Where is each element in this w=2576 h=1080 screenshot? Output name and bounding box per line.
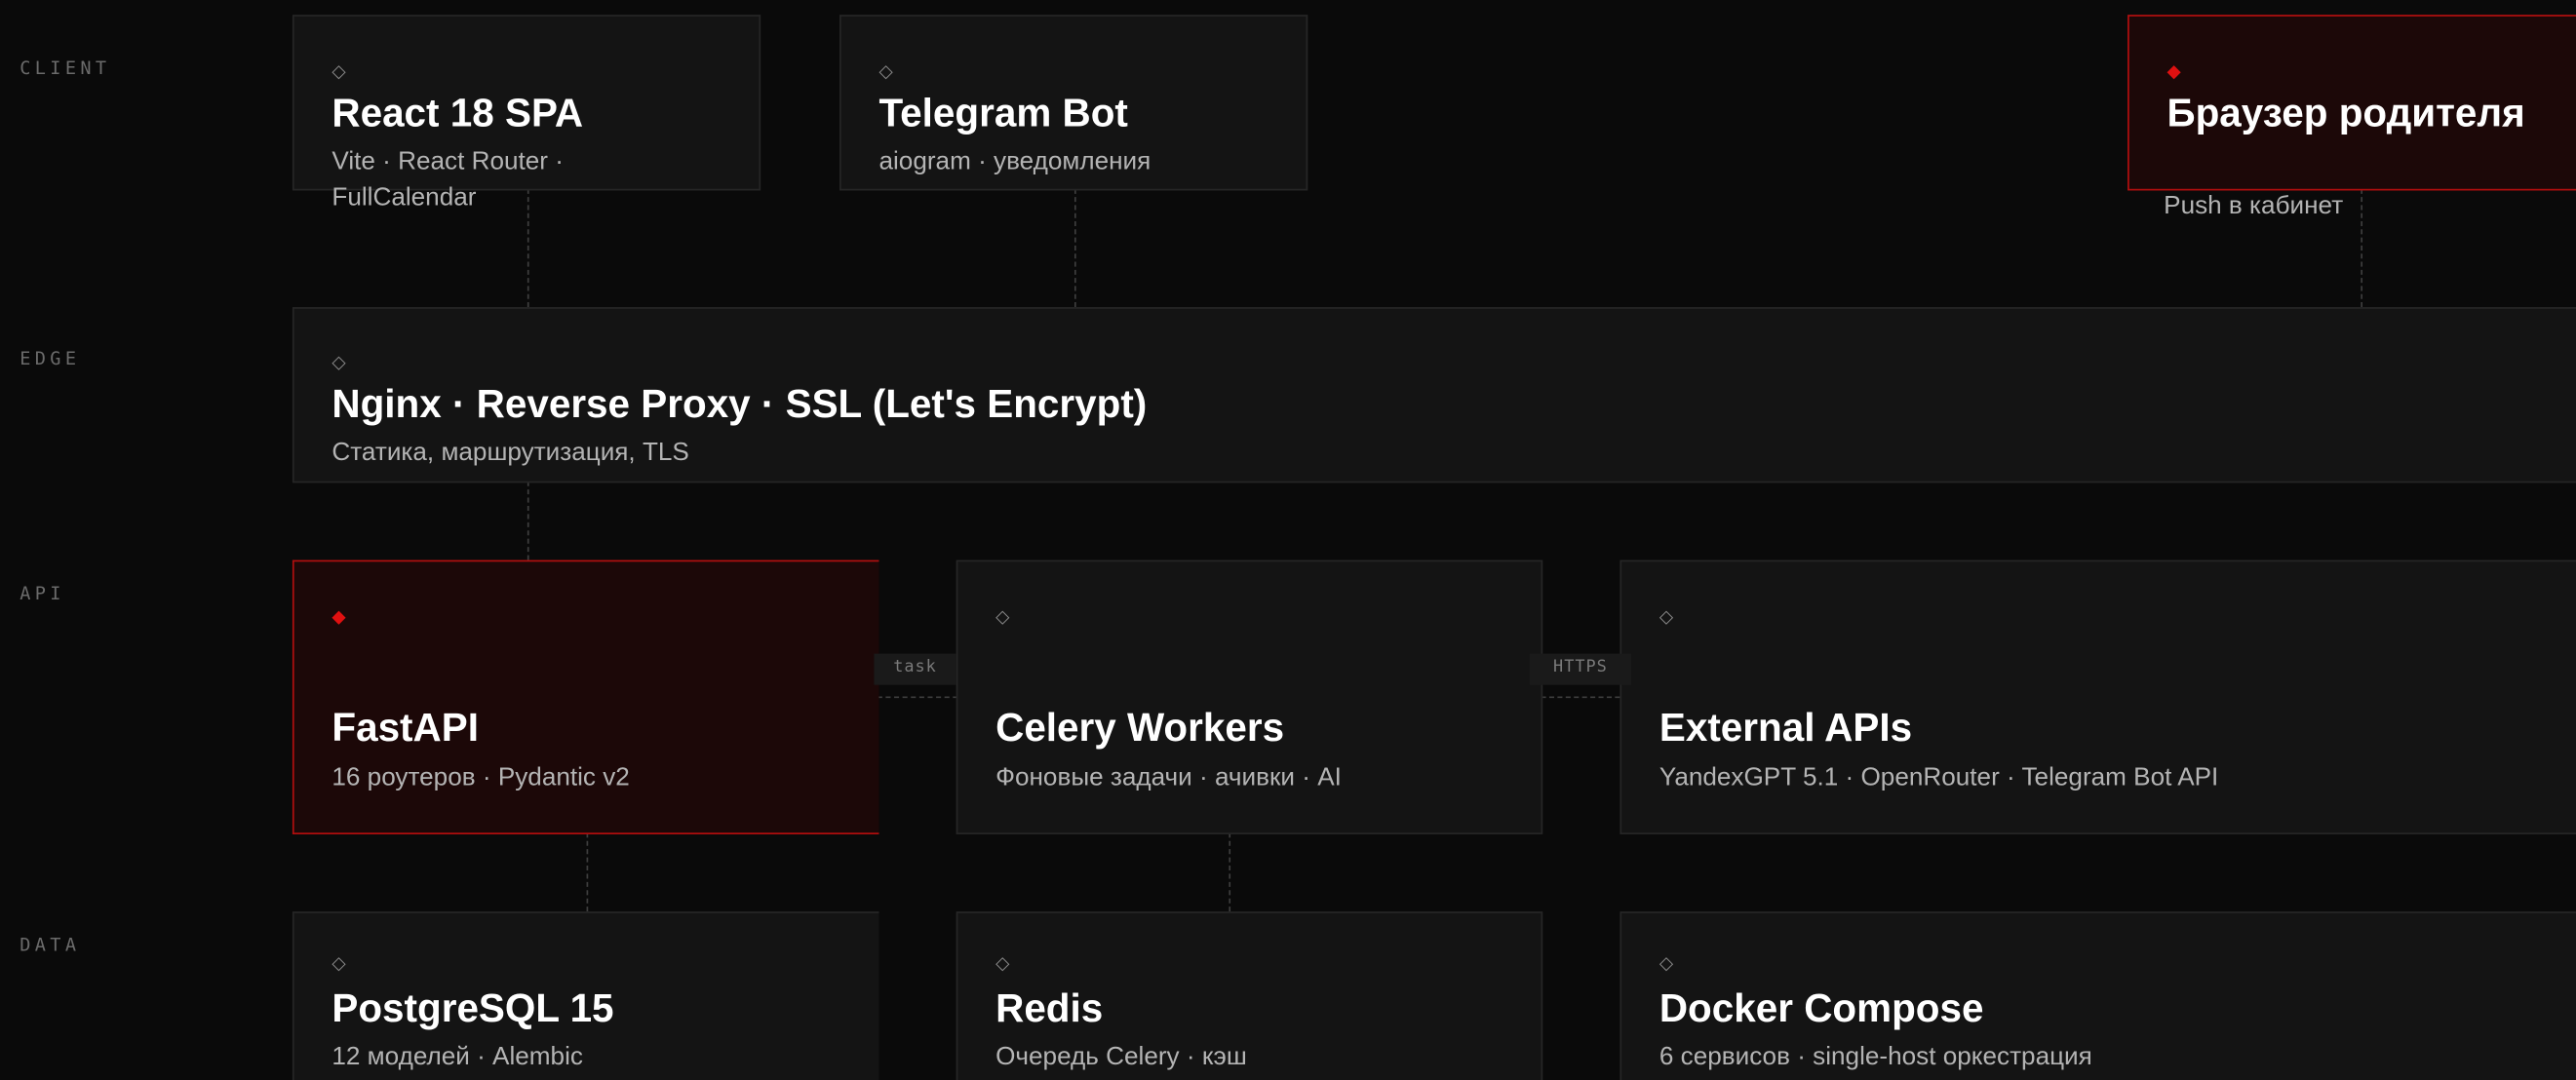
node-subtitle: aiogram · уведомления [878, 147, 1151, 176]
node-title: FastAPI [332, 706, 479, 752]
node-redis: ◇ Redis Очередь Celery · кэш [956, 911, 1543, 1080]
connector-fastapi-postgres [586, 832, 589, 912]
diamond-outline-icon: ◇ [995, 952, 1010, 975]
node-subtitle: YandexGPT 5.1 · OpenRouter · Telegram Bo… [1659, 763, 2219, 792]
node-title: Docker Compose [1659, 986, 1984, 1032]
node-postgresql: ◇ PostgreSQL 15 12 моделей · Alembic [292, 911, 879, 1080]
node-react-spa: ◇ React 18 SPA Vite · React Router · Ful… [292, 15, 761, 212]
node-title: Nginx · Reverse Proxy · SSL (Let's Encry… [332, 382, 1148, 428]
connector-celery-external [1541, 696, 1620, 699]
diamond-filled-icon: ◆ [332, 605, 346, 628]
edge-label-https: HTTPS [1529, 653, 1632, 685]
node-title: Celery Workers [995, 706, 1285, 752]
diamond-outline-icon: ◇ [1659, 605, 1674, 628]
connector-celery-redis [1229, 832, 1231, 912]
node-nginx: ◇ Nginx · Reverse Proxy · SSL (Let's Enc… [292, 307, 2576, 483]
tier-label-edge: EDGE [20, 348, 81, 370]
node-title: React 18 SPA [332, 92, 584, 136]
diamond-filled-icon: ◆ [2166, 60, 2181, 83]
diamond-outline-icon: ◇ [995, 605, 1010, 628]
node-subtitle-continued: FullCalendar [332, 183, 477, 212]
node-subtitle-parent-browser: Push в кабинет [2164, 192, 2344, 220]
node-subtitle: Фоновые задачи · ачивки · AI [995, 763, 1342, 792]
connector-telegram-nginx [1073, 188, 1076, 308]
architecture-diagram: CLIENT EDGE API DATA ◇ React 18 SPA Vite… [0, 0, 2576, 1080]
tier-label-client: CLIENT [20, 57, 111, 79]
node-title: Браузер родителя [2166, 92, 2525, 136]
node-subtitle: 12 моделей · Alembic [332, 1042, 583, 1071]
node-subtitle: Vite · React Router · [332, 147, 564, 176]
tier-label-api: API [20, 583, 65, 605]
connector-fastapi-celery [877, 696, 958, 699]
node-subtitle: Статика, маршрутизация, TLS [332, 438, 689, 467]
node-title: Redis [995, 986, 1104, 1032]
node-external-apis: ◇ External APIs YandexGPT 5.1 · OpenRout… [1620, 559, 2576, 834]
connector-browser-nginx [2361, 188, 2363, 308]
diamond-outline-icon: ◇ [332, 60, 346, 83]
node-telegram-bot: ◇ Telegram Bot aiogram · уведомления [839, 15, 1308, 191]
diamond-outline-icon: ◇ [1659, 952, 1674, 975]
diamond-outline-icon: ◇ [332, 952, 346, 975]
edge-label-task: task [874, 653, 956, 685]
node-fastapi: ◆ FastAPI 16 роутеров · Pydantic v2 [292, 559, 879, 834]
node-celery-workers: ◇ Celery Workers Фоновые задачи · ачивки… [956, 559, 1543, 834]
node-parent-browser: ◆ Браузер родителя [2127, 15, 2576, 191]
node-subtitle: 16 роутеров · Pydantic v2 [332, 763, 630, 792]
connector-nginx-fastapi [527, 481, 529, 560]
node-title: PostgreSQL 15 [332, 986, 614, 1032]
node-title: Telegram Bot [878, 92, 1128, 136]
diamond-outline-icon: ◇ [332, 351, 346, 373]
node-subtitle: Очередь Celery · кэш [995, 1042, 1247, 1071]
node-title: External APIs [1659, 706, 1913, 752]
node-subtitle: 6 сервисов · single-host оркестрация [1659, 1042, 2092, 1071]
diamond-outline-icon: ◇ [878, 60, 893, 83]
tier-label-data: DATA [20, 934, 81, 956]
connector-react-nginx [527, 188, 529, 308]
node-docker-compose: ◇ Docker Compose 6 сервисов · single-hos… [1620, 911, 2576, 1080]
